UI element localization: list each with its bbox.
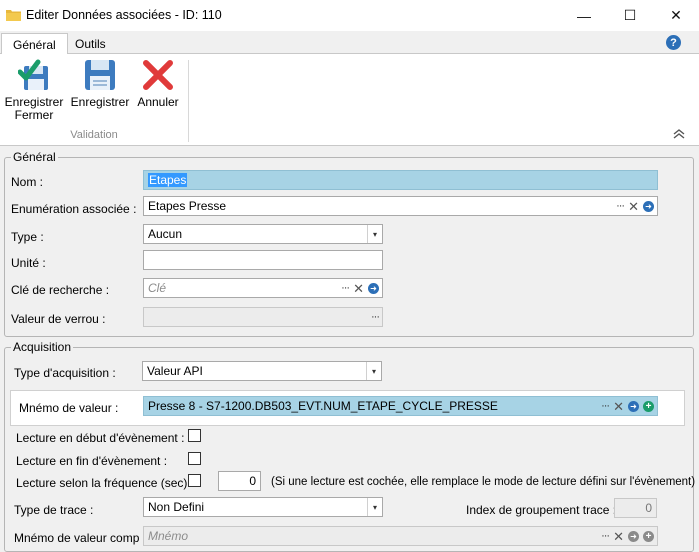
enum-go-icon[interactable]: ➜ (643, 200, 654, 212)
index-value: 0 (645, 501, 652, 515)
type-select[interactable]: Aucun ▾ (143, 224, 383, 244)
cle-clear-icon[interactable]: ✕ (353, 282, 364, 295)
type-value: Aucun (148, 227, 183, 241)
type-acq-dropdown-icon[interactable]: ▾ (366, 362, 381, 380)
verrou-browse-icon: ··· (371, 311, 380, 323)
enum-browse-icon[interactable]: ··· (616, 200, 625, 212)
freq-value: 0 (249, 474, 256, 488)
collapse-ribbon-icon[interactable] (672, 126, 686, 140)
mnemo-comp-input: Mnémo ··· ✕ ➜ + (143, 526, 658, 546)
enum-input[interactable]: Etapes Presse ··· ✕ ➜ (143, 196, 658, 216)
save-close-label-2: Fermer (14, 108, 54, 122)
verrou-input: ··· (143, 307, 383, 327)
mnemo-comp-add-icon: + (643, 530, 654, 542)
enum-clear-icon[interactable]: ✕ (628, 200, 639, 213)
lecture-fin-checkbox[interactable] (188, 452, 201, 465)
type-trace-dropdown-icon[interactable]: ▾ (367, 498, 382, 516)
save-icon (85, 60, 115, 90)
cancel-icon (143, 60, 173, 90)
index-label: Index de groupement trace : (466, 503, 617, 517)
nom-input[interactable]: Etapes (143, 170, 658, 190)
enum-value: Etapes Presse (148, 199, 227, 213)
verrou-label: Valeur de verrou : (11, 312, 106, 326)
cle-go-icon[interactable]: ➜ (368, 282, 379, 294)
maximize-button[interactable]: ☐ (607, 0, 653, 31)
freq-input[interactable]: 0 (218, 471, 261, 491)
cle-input[interactable]: Clé ··· ✕ ➜ (143, 278, 383, 298)
save-close-button[interactable]: Enregistrer Fermer (4, 58, 64, 124)
type-label: Type : (11, 230, 44, 244)
mnemo-comp-label: Mnémo de valeur comp : (14, 531, 147, 545)
minimize-button[interactable]: — (561, 0, 607, 31)
mnemo-input[interactable]: Presse 8 - S7-1200.DB503_EVT.NUM_ETAPE_C… (143, 396, 658, 416)
ribbon-group-separator (188, 60, 189, 142)
unite-label: Unité : (11, 256, 46, 270)
enum-label: Enumération associée : (11, 202, 137, 216)
mnemo-comp-placeholder: Mnémo (148, 529, 189, 543)
lecture-fin-label: Lecture en fin d'évènement : (16, 454, 168, 468)
window-title: Editer Données associées - ID: 110 (26, 8, 222, 22)
save-button[interactable]: Enregistrer (70, 58, 130, 110)
mnemo-add-icon[interactable]: + (643, 400, 654, 412)
cle-label: Clé de recherche : (11, 283, 110, 297)
close-button[interactable]: ✕ (653, 0, 699, 31)
lecture-debut-label: Lecture en début d'évènement : (16, 431, 185, 445)
cle-placeholder: Clé (148, 281, 167, 295)
mnemo-label: Mnémo de valeur : (19, 401, 119, 415)
lecture-freq-checkbox[interactable] (188, 474, 201, 487)
help-icon[interactable]: ? (666, 35, 681, 50)
unite-input[interactable] (143, 250, 383, 270)
cancel-button[interactable]: Annuler (130, 58, 186, 110)
type-acq-value: Valeur API (147, 364, 203, 378)
acquisition-group-title: Acquisition (11, 340, 74, 354)
save-label: Enregistrer (70, 95, 130, 109)
mnemo-clear-icon[interactable]: ✕ (613, 400, 624, 413)
mnemo-value: Presse 8 - S7-1200.DB503_EVT.NUM_ETAPE_C… (148, 399, 498, 413)
tab-general[interactable]: Général (1, 33, 68, 55)
general-group-title: Général (11, 150, 58, 164)
mnemo-comp-browse-icon: ··· (601, 530, 610, 542)
tab-outils[interactable]: Outils (64, 33, 117, 55)
ribbon-group-label: Validation (70, 129, 118, 141)
index-input: 0 (614, 498, 657, 518)
nom-value: Etapes (148, 173, 188, 187)
mnemo-comp-clear-icon: ✕ (613, 528, 624, 544)
lecture-debut-checkbox[interactable] (188, 429, 201, 442)
type-trace-label: Type de trace : (14, 503, 94, 517)
mnemo-browse-icon[interactable]: ··· (601, 400, 610, 412)
type-dropdown-icon[interactable]: ▾ (367, 225, 382, 243)
type-trace-value: Non Defini (148, 500, 205, 514)
mnemo-comp-go-icon: ➜ (628, 530, 639, 542)
cancel-label: Annuler (137, 95, 179, 109)
freq-note: (Si une lecture est cochée, elle remplac… (271, 476, 696, 488)
type-acq-label: Type d'acquisition : (14, 366, 116, 380)
mnemo-go-icon[interactable]: ➜ (628, 400, 639, 412)
lecture-freq-label: Lecture selon la fréquence (sec) : (16, 476, 195, 490)
folder-icon (6, 10, 21, 21)
save-close-icon (18, 59, 48, 90)
nom-label: Nom : (11, 175, 44, 189)
type-trace-select[interactable]: Non Defini ▾ (143, 497, 383, 517)
cle-browse-icon[interactable]: ··· (341, 282, 350, 294)
type-acq-select[interactable]: Valeur API ▾ (142, 361, 382, 381)
